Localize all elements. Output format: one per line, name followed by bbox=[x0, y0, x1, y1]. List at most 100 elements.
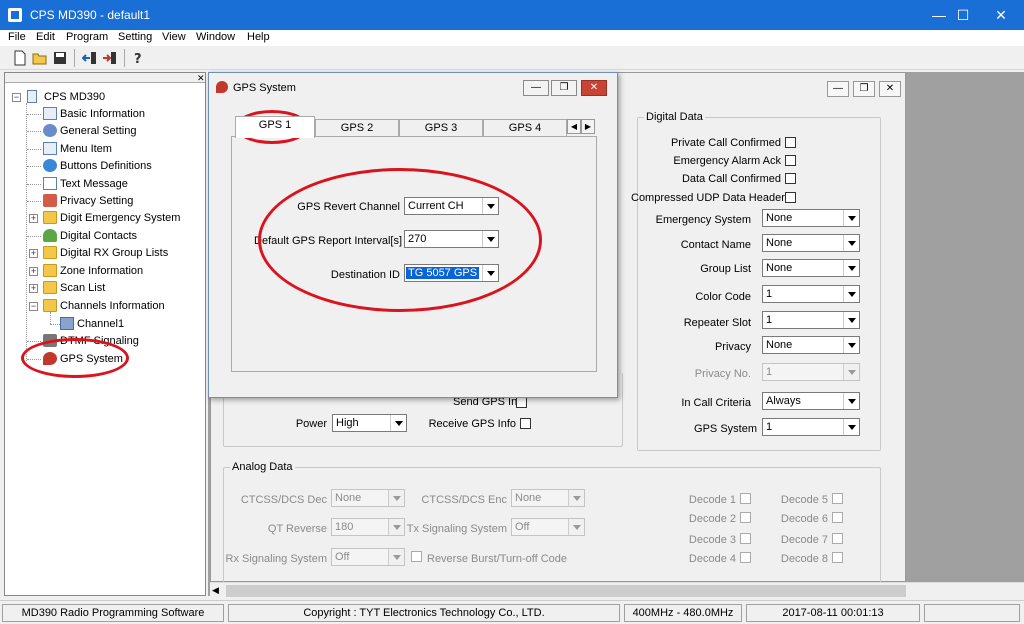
close-icon[interactable]: ✕ bbox=[581, 80, 607, 96]
analog-data-title: Analog Data bbox=[230, 461, 295, 473]
tab-scroll-right-icon[interactable]: ▶ bbox=[581, 119, 595, 134]
collapse-toggle[interactable]: − bbox=[29, 302, 38, 311]
status-copyright: Copyright : TYT Electronics Technology C… bbox=[228, 604, 620, 622]
close-icon[interactable]: ✕ bbox=[197, 73, 205, 84]
contact-name-select[interactable]: None bbox=[762, 234, 860, 252]
toolbar-separator bbox=[124, 49, 125, 67]
scrollbar-thumb[interactable] bbox=[226, 585, 906, 597]
folder-icon bbox=[43, 281, 57, 294]
gear-icon bbox=[43, 124, 57, 137]
gps-system-select[interactable]: 1 bbox=[762, 418, 860, 436]
expand-toggle[interactable]: + bbox=[29, 267, 38, 276]
chevron-down-icon bbox=[843, 337, 859, 353]
close-icon[interactable]: ✕ bbox=[879, 81, 901, 97]
status-empty-cell bbox=[924, 604, 1020, 622]
restore-icon[interactable]: ❐ bbox=[551, 80, 577, 96]
ctcss-dec-select[interactable]: None bbox=[331, 489, 405, 507]
power-select[interactable]: High bbox=[332, 414, 407, 432]
in-call-criteria-select[interactable]: Always bbox=[762, 392, 860, 410]
folder-icon bbox=[43, 246, 57, 259]
svg-text:?: ? bbox=[134, 52, 142, 66]
privacy-select[interactable]: None bbox=[762, 336, 860, 354]
color-code-select[interactable]: 1 bbox=[762, 285, 860, 303]
read-radio-icon[interactable] bbox=[82, 50, 98, 66]
data-call-confirmed-checkbox[interactable] bbox=[785, 173, 796, 184]
expand-toggle[interactable]: + bbox=[29, 284, 38, 293]
decode-4-checkbox[interactable] bbox=[740, 552, 751, 563]
message-icon bbox=[43, 177, 57, 190]
compressed-udp-checkbox[interactable] bbox=[785, 192, 796, 203]
emergency-alarm-ack-checkbox[interactable] bbox=[785, 155, 796, 166]
menu-bar: File Edit Program Setting View Window He… bbox=[0, 30, 1024, 46]
privacy-label: Privacy bbox=[714, 341, 751, 353]
menu-setting[interactable]: Setting bbox=[118, 31, 152, 43]
ctcss-enc-select[interactable]: None bbox=[511, 489, 585, 507]
decode-2-checkbox[interactable] bbox=[740, 512, 751, 523]
decode-3-label: Decode 3 bbox=[688, 534, 736, 546]
expand-toggle[interactable]: + bbox=[29, 249, 38, 258]
chevron-down-icon bbox=[843, 260, 859, 276]
globe-icon bbox=[43, 159, 57, 172]
scroll-left-icon[interactable]: ◀ bbox=[212, 585, 219, 596]
reverse-burst-checkbox[interactable] bbox=[411, 551, 422, 562]
radio-icon bbox=[27, 90, 37, 103]
collapse-toggle[interactable]: − bbox=[12, 93, 21, 102]
open-folder-icon[interactable] bbox=[32, 50, 48, 66]
decode-5-checkbox[interactable] bbox=[832, 493, 843, 504]
decode-1-checkbox[interactable] bbox=[740, 493, 751, 504]
chevron-down-icon bbox=[568, 519, 584, 535]
decode-3-checkbox[interactable] bbox=[740, 533, 751, 544]
tab-scroll-left-icon[interactable]: ◀ bbox=[567, 119, 581, 134]
menu-window[interactable]: Window bbox=[196, 31, 235, 43]
tx-signaling-select[interactable]: Off bbox=[511, 518, 585, 536]
highlight-gps-system-tree bbox=[21, 338, 129, 378]
status-bar: MD390 Radio Programming Software Copyrig… bbox=[0, 600, 1024, 624]
decode-8-checkbox[interactable] bbox=[832, 552, 843, 563]
decode-6-checkbox[interactable] bbox=[832, 512, 843, 523]
restore-icon[interactable]: ❐ bbox=[853, 81, 875, 97]
contacts-icon bbox=[43, 229, 57, 242]
help-icon[interactable]: ? bbox=[130, 50, 146, 66]
tab-gps-1[interactable]: GPS 1 bbox=[235, 116, 315, 138]
gps-system-label: GPS System bbox=[694, 423, 757, 435]
tab-gps-4[interactable]: GPS 4 bbox=[483, 119, 567, 137]
horizontal-scrollbar[interactable]: ◀ bbox=[210, 582, 1024, 598]
receive-gps-info-checkbox[interactable] bbox=[520, 418, 531, 429]
chevron-down-icon bbox=[843, 235, 859, 251]
key-icon bbox=[43, 194, 57, 207]
expand-toggle[interactable]: + bbox=[29, 214, 38, 223]
menu-program[interactable]: Program bbox=[66, 31, 108, 43]
save-icon[interactable] bbox=[52, 50, 68, 66]
decode-1-label: Decode 1 bbox=[688, 494, 736, 506]
close-button[interactable]: ✕ bbox=[978, 0, 1024, 30]
menu-file[interactable]: File bbox=[8, 31, 26, 43]
group-list-label: Group List bbox=[700, 263, 751, 275]
chevron-down-icon bbox=[568, 490, 584, 506]
emergency-system-select[interactable]: None bbox=[762, 209, 860, 227]
qt-reverse-select[interactable]: 180 bbox=[331, 518, 405, 536]
tab-gps-2[interactable]: GPS 2 bbox=[315, 119, 399, 137]
dialog-title: GPS System bbox=[233, 82, 296, 94]
decode-7-checkbox[interactable] bbox=[832, 533, 843, 544]
menu-help[interactable]: Help bbox=[247, 31, 270, 43]
write-radio-icon[interactable] bbox=[102, 50, 118, 66]
private-call-confirmed-checkbox[interactable] bbox=[785, 137, 796, 148]
minimize-icon[interactable]: — bbox=[523, 80, 549, 96]
decode-7-label: Decode 7 bbox=[780, 534, 828, 546]
decode-2-label: Decode 2 bbox=[688, 513, 736, 525]
group-list-select[interactable]: None bbox=[762, 259, 860, 277]
menu-edit[interactable]: Edit bbox=[36, 31, 55, 43]
menu-view[interactable]: View bbox=[162, 31, 186, 43]
rx-signaling-select[interactable]: Off bbox=[331, 548, 405, 566]
repeater-slot-select[interactable]: 1 bbox=[762, 311, 860, 329]
digital-data-title: Digital Data bbox=[644, 111, 705, 123]
app-icon bbox=[8, 8, 22, 22]
title-bar: CPS MD390 - default1 — ☐ ✕ bbox=[0, 0, 1024, 30]
send-gps-info-checkbox[interactable] bbox=[516, 397, 527, 408]
tab-gps-3[interactable]: GPS 3 bbox=[399, 119, 483, 137]
minimize-icon[interactable]: — bbox=[827, 81, 849, 97]
new-file-icon[interactable] bbox=[12, 50, 28, 66]
privacy-no-select[interactable]: 1 bbox=[762, 363, 860, 381]
decode-6-label: Decode 6 bbox=[780, 513, 828, 525]
folder-icon bbox=[43, 264, 57, 277]
